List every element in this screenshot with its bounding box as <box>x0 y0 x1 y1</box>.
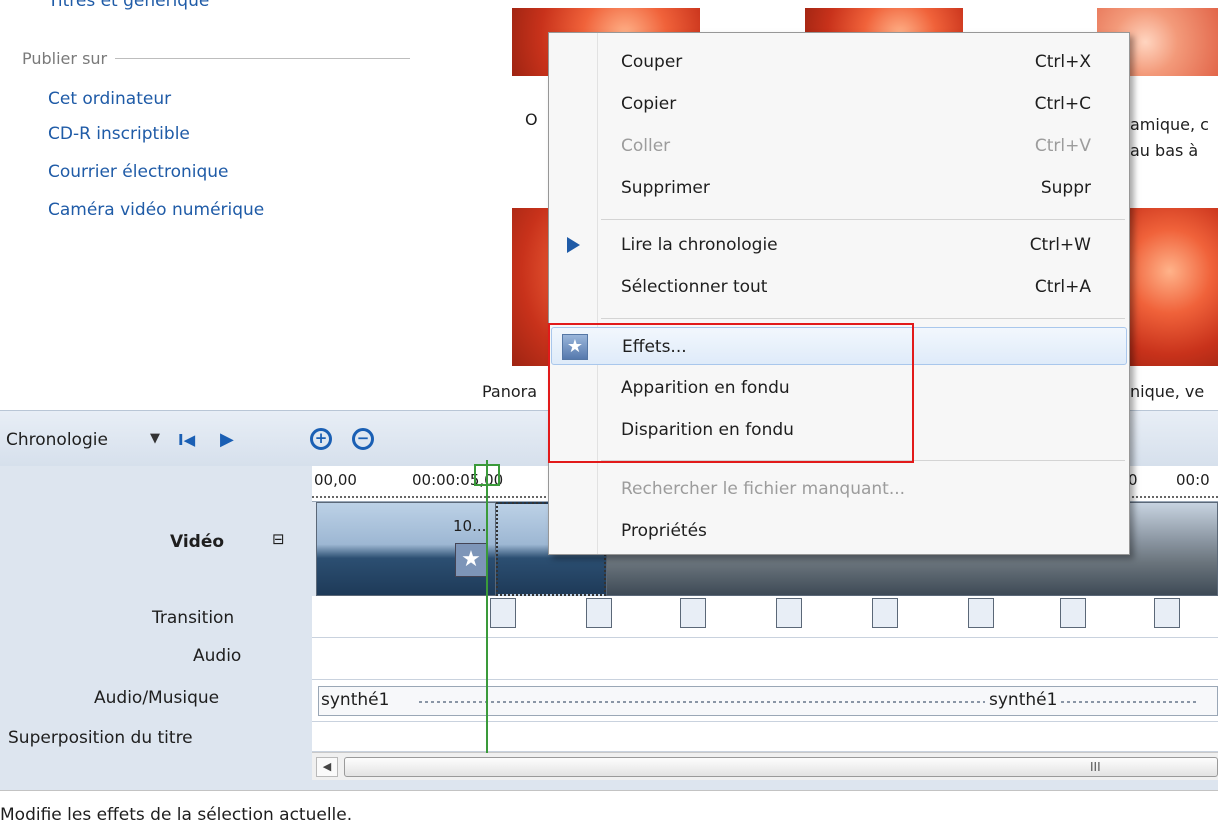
track-label-audio: Audio <box>193 646 242 666</box>
movie-tasks-pane: Titres et générique Publier sur Cet ordi… <box>0 0 470 410</box>
track-label-title-overlay: Superposition du titre <box>8 728 193 748</box>
timeline-mode-label[interactable]: Chronologie <box>6 430 108 450</box>
publish-email-link[interactable]: Courrier électronique <box>48 162 229 182</box>
menu-item-shortcut: Ctrl+A <box>1034 277 1091 297</box>
scroll-thumb[interactable]: III <box>344 757 1218 777</box>
transition-slot[interactable] <box>586 598 612 628</box>
audio-clip[interactable]: synthé1 synthé1 <box>318 686 1218 716</box>
publish-heading: Publier sur <box>22 49 411 68</box>
menu-separator <box>601 318 1125 319</box>
menu-item-label: Coller <box>621 136 671 156</box>
track-label-video: Vidéo <box>170 532 225 552</box>
menu-item-label: Lire la chronologie <box>621 235 778 255</box>
transition-slot[interactable] <box>1060 598 1086 628</box>
publish-heading-label: Publier sur <box>22 49 108 68</box>
divider <box>115 58 411 59</box>
title-overlay-track[interactable] <box>312 722 1218 752</box>
track-label-transition: Transition <box>152 608 235 628</box>
zoom-out-icon[interactable]: − <box>352 428 374 450</box>
transition-slot[interactable] <box>490 598 516 628</box>
play-icon[interactable]: ▶ <box>220 429 234 450</box>
track-label-audio-music: Audio/Musique <box>94 688 220 708</box>
menu-item-shortcut: Suppr <box>1040 178 1091 198</box>
menu-item-select-all[interactable]: Sélectionner tout Ctrl+A <box>551 268 1127 306</box>
effect-label: nique, ve <box>1130 382 1205 401</box>
playhead-handle[interactable] <box>474 464 500 486</box>
audio-clip-name: synthé1 <box>985 690 1062 710</box>
scroll-left-icon[interactable]: ◀ <box>316 757 338 777</box>
effect-label: au bas à <box>1130 141 1199 160</box>
menu-item-find-missing-file: Rechercher le fichier manquant... <box>551 470 1127 508</box>
transition-slot[interactable] <box>776 598 802 628</box>
audio-waveform <box>419 701 1199 703</box>
status-bar: Modifie les effets de la sélection actue… <box>0 790 1218 837</box>
menu-item-paste: Coller Ctrl+V <box>551 127 1127 165</box>
menu-item-delete[interactable]: Supprimer Suppr <box>551 169 1127 207</box>
menu-item-label: Sélectionner tout <box>621 277 768 297</box>
menu-item-shortcut: Ctrl+X <box>1034 52 1091 72</box>
transition-slot[interactable] <box>680 598 706 628</box>
timeline-scrollbar[interactable]: ◀ III <box>312 752 1218 780</box>
ruler-tick: 00:0 <box>1176 471 1210 489</box>
menu-item-shortcut: Ctrl+W <box>1029 235 1091 255</box>
audio-track[interactable] <box>312 638 1218 680</box>
menu-item-copy[interactable]: Copier Ctrl+C <box>551 85 1127 123</box>
menu-item-label: Copier <box>621 94 677 114</box>
effect-label: amique, c <box>1130 115 1209 134</box>
publish-dv-camera-link[interactable]: Caméra vidéo numérique <box>48 200 264 220</box>
context-menu: Couper Ctrl+X Copier Ctrl+C Coller Ctrl+… <box>548 32 1130 555</box>
menu-item-label: Propriétés <box>621 521 707 541</box>
menu-item-label: Rechercher le fichier manquant... <box>621 479 906 499</box>
menu-item-properties[interactable]: Propriétés <box>551 512 1127 550</box>
clip-caption: 10... <box>453 517 487 535</box>
effect-label: O <box>525 110 538 129</box>
video-clip[interactable]: 10... ★ <box>316 502 496 596</box>
chevron-down-icon[interactable]: ▼ <box>150 431 160 446</box>
transition-slot[interactable] <box>1154 598 1180 628</box>
effect-star-icon: ★ <box>455 543 487 577</box>
annotation-highlight-box <box>548 323 914 463</box>
menu-item-label: Couper <box>621 52 683 72</box>
menu-item-label: Supprimer <box>621 178 710 198</box>
collapse-icon[interactable]: ⊟ <box>272 530 285 548</box>
publish-cdr-link[interactable]: CD-R inscriptible <box>48 124 190 144</box>
menu-separator <box>601 219 1125 220</box>
transition-slot[interactable] <box>968 598 994 628</box>
publish-this-computer-link[interactable]: Cet ordinateur <box>48 89 171 109</box>
status-text: Modifie les effets de la sélection actue… <box>0 805 353 825</box>
playhead-line[interactable] <box>486 460 488 753</box>
ruler-tick: 00,00 <box>314 471 357 489</box>
zoom-in-icon[interactable]: + <box>310 428 332 450</box>
rewind-icon[interactable]: I◀ <box>178 431 195 449</box>
effect-label: Panora <box>482 382 538 401</box>
menu-item-cut[interactable]: Couper Ctrl+X <box>551 43 1127 81</box>
audio-clip-name: synthé1 <box>321 690 390 710</box>
titles-credits-link[interactable]: Titres et générique <box>48 0 209 11</box>
transition-slot[interactable] <box>872 598 898 628</box>
scroll-grip: III <box>1090 760 1101 774</box>
menu-item-shortcut: Ctrl+C <box>1034 94 1091 114</box>
play-icon <box>567 237 580 253</box>
menu-item-shortcut: Ctrl+V <box>1034 136 1091 156</box>
menu-item-play-timeline[interactable]: Lire la chronologie Ctrl+W <box>551 226 1127 264</box>
